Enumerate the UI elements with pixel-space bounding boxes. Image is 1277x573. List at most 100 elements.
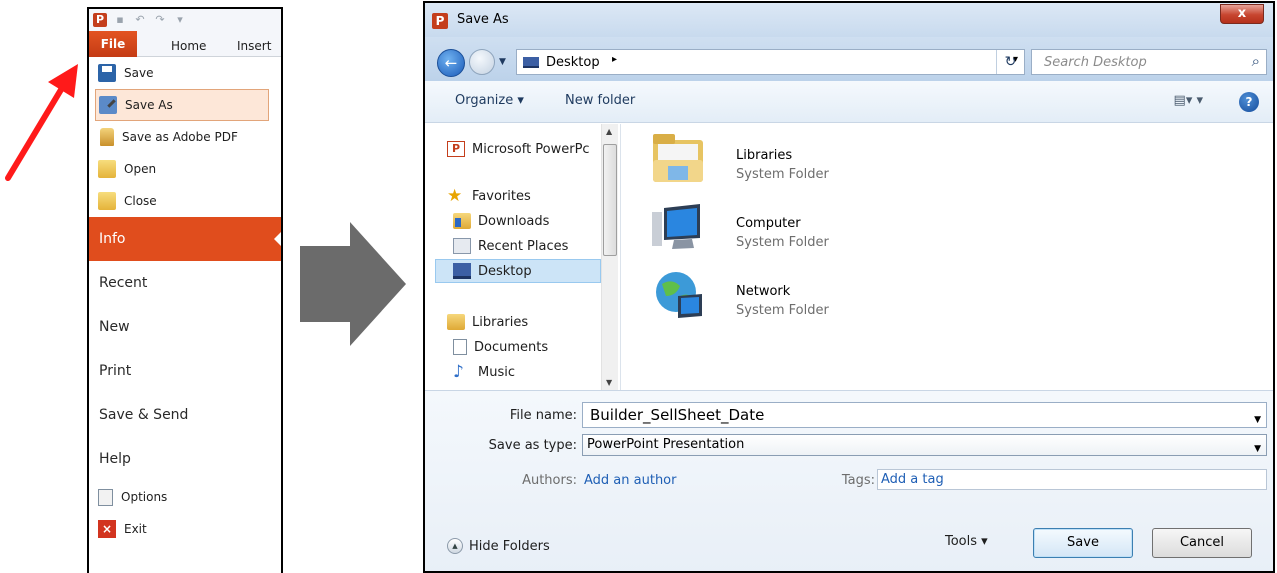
tools-button[interactable]: Tools ▾ <box>945 534 988 549</box>
exit-icon: × <box>98 520 116 538</box>
menu-item-label: Info <box>99 231 126 247</box>
save-as-icon <box>99 96 117 114</box>
menu-item-recent[interactable]: Recent <box>89 261 281 305</box>
nav-item-label: Downloads <box>478 213 550 229</box>
star-icon: ★ <box>447 186 463 206</box>
nav-scrollbar[interactable]: ▲ ▼ <box>601 124 618 390</box>
menu-item-label: Help <box>99 451 131 467</box>
address-bar[interactable]: Desktop ▸ ▾ <box>516 49 1025 75</box>
folder-name: Libraries <box>736 148 793 163</box>
nav-item-music[interactable]: ♪ Music <box>453 361 515 383</box>
menu-item-help[interactable]: Help <box>89 437 281 481</box>
documents-icon <box>453 339 467 355</box>
hide-folders-label: Hide Folders <box>469 538 550 554</box>
tab-file[interactable]: File <box>89 31 137 57</box>
quick-access-toolbar: P ▪ ↶ ↷ ▾ <box>89 9 281 31</box>
new-folder-button[interactable]: New folder <box>565 93 635 108</box>
red-pointer-arrow <box>5 64 78 181</box>
libraries-icon <box>447 314 465 330</box>
options-icon <box>98 488 113 506</box>
save-as-type-dropdown-icon[interactable]: ▼ <box>1254 439 1261 459</box>
cancel-button[interactable]: Cancel <box>1152 528 1252 558</box>
folder-item[interactable]: Network System Folder <box>650 266 950 328</box>
address-location[interactable]: Desktop <box>546 55 600 70</box>
close-folder-icon <box>98 192 116 210</box>
powerpoint-logo: P <box>93 13 107 27</box>
selection-notch <box>274 231 281 247</box>
recent-places-icon <box>453 238 471 254</box>
breadcrumb-chevron-icon[interactable]: ▸ <box>612 54 617 65</box>
redo-icon[interactable]: ↷ <box>153 13 167 27</box>
search-input[interactable]: Search Desktop ⌕ <box>1031 49 1267 75</box>
transition-arrow <box>300 222 406 346</box>
close-button[interactable]: x <box>1220 4 1264 24</box>
nav-item-recent-places[interactable]: Recent Places <box>453 235 568 257</box>
menu-item-label: Close <box>124 194 157 208</box>
menu-item-print[interactable]: Print <box>89 349 281 393</box>
ribbon-tabs: File Home Insert <box>89 31 281 57</box>
menu-item-save-as-pdf[interactable]: Save as Adobe PDF <box>89 121 281 153</box>
folder-item[interactable]: Libraries System Folder <box>650 130 950 192</box>
menu-item-label: Open <box>124 162 157 176</box>
nav-item-favorites[interactable]: ★ Favorites <box>447 185 531 207</box>
menu-item-label: Save As <box>125 98 173 112</box>
back-button[interactable]: ← <box>437 49 465 77</box>
nav-item-label: Favorites <box>472 188 531 204</box>
recent-pages-dropdown-icon[interactable]: ▼ <box>499 57 506 67</box>
file-name-label: File name: <box>509 408 577 423</box>
menu-item-save[interactable]: Save <box>89 57 281 89</box>
navigation-pane: P Microsoft PowerPc ★ Favorites Downloads … <box>425 124 621 390</box>
save-button[interactable]: Save <box>1033 528 1133 558</box>
folder-name: Computer <box>736 216 801 231</box>
menu-item-options[interactable]: Options <box>89 481 281 513</box>
music-icon: ♪ <box>453 362 464 382</box>
file-name-value[interactable]: Builder_SellSheet_Date <box>590 406 764 424</box>
menu-item-label: Options <box>121 490 168 504</box>
menu-item-exit[interactable]: × Exit <box>89 513 281 545</box>
forward-button[interactable] <box>469 49 495 75</box>
menu-item-save-as[interactable]: Save As <box>95 89 269 121</box>
folder-item[interactable]: Computer System Folder <box>650 198 950 260</box>
file-name-dropdown-icon[interactable]: ▼ <box>1254 408 1261 432</box>
menu-item-close[interactable]: Close <box>89 185 281 217</box>
change-view-button[interactable]: ▤▾ ▾ <box>1174 93 1203 108</box>
desktop-icon <box>453 263 471 279</box>
nav-item-downloads[interactable]: Downloads <box>453 210 549 232</box>
folder-type: System Folder <box>736 303 829 318</box>
hide-folders-button[interactable]: ▲ Hide Folders <box>447 538 550 554</box>
scroll-thumb[interactable] <box>603 144 617 256</box>
nav-item-documents[interactable]: Documents <box>453 336 548 358</box>
refresh-button[interactable]: ↻ <box>996 50 1024 74</box>
save-as-type-value[interactable]: PowerPoint Presentation <box>587 437 744 452</box>
computer-icon <box>652 204 700 249</box>
nav-item-desktop[interactable]: Desktop <box>453 260 532 282</box>
customize-qat-icon[interactable]: ▾ <box>173 13 187 27</box>
menu-item-open[interactable]: Open <box>89 153 281 185</box>
scroll-down-icon[interactable]: ▼ <box>606 378 612 387</box>
tags-label: Tags: <box>841 473 875 488</box>
nav-item-libraries[interactable]: Libraries <box>447 311 528 333</box>
menu-item-new[interactable]: New <box>89 305 281 349</box>
save-options-area: File name: Builder_SellSheet_Date ▼ Save… <box>425 390 1273 571</box>
save-icon[interactable]: ▪ <box>113 13 127 27</box>
menu-item-save-send[interactable]: Save & Send <box>89 393 281 437</box>
tab-home[interactable]: Home <box>171 35 206 57</box>
file-name-input[interactable]: Builder_SellSheet_Date ▼ <box>582 402 1267 428</box>
undo-icon[interactable]: ↶ <box>133 13 147 27</box>
backstage-menu: Save Save As Save as Adobe PDF Open Clos… <box>89 57 281 545</box>
scroll-up-icon[interactable]: ▲ <box>606 127 612 136</box>
folder-type: System Folder <box>736 167 829 182</box>
menu-item-info[interactable]: Info <box>89 217 281 261</box>
help-button[interactable]: ? <box>1239 92 1259 112</box>
nav-item-label: Recent Places <box>478 238 569 254</box>
search-icon[interactable]: ⌕ <box>1252 52 1260 70</box>
collapse-up-icon: ▲ <box>447 538 463 554</box>
save-as-type-select[interactable]: PowerPoint Presentation ▼ <box>582 434 1267 456</box>
tab-insert[interactable]: Insert <box>237 35 271 57</box>
nav-item-powerpoint[interactable]: P Microsoft PowerPc <box>447 138 590 160</box>
title-bar: P Save As x <box>425 3 1273 37</box>
add-author-link[interactable]: Add an author <box>584 473 676 488</box>
save-as-type-label: Save as type: <box>488 438 577 453</box>
organize-button[interactable]: Organize ▾ <box>455 93 524 108</box>
tags-input[interactable]: Add a tag <box>877 469 1267 490</box>
